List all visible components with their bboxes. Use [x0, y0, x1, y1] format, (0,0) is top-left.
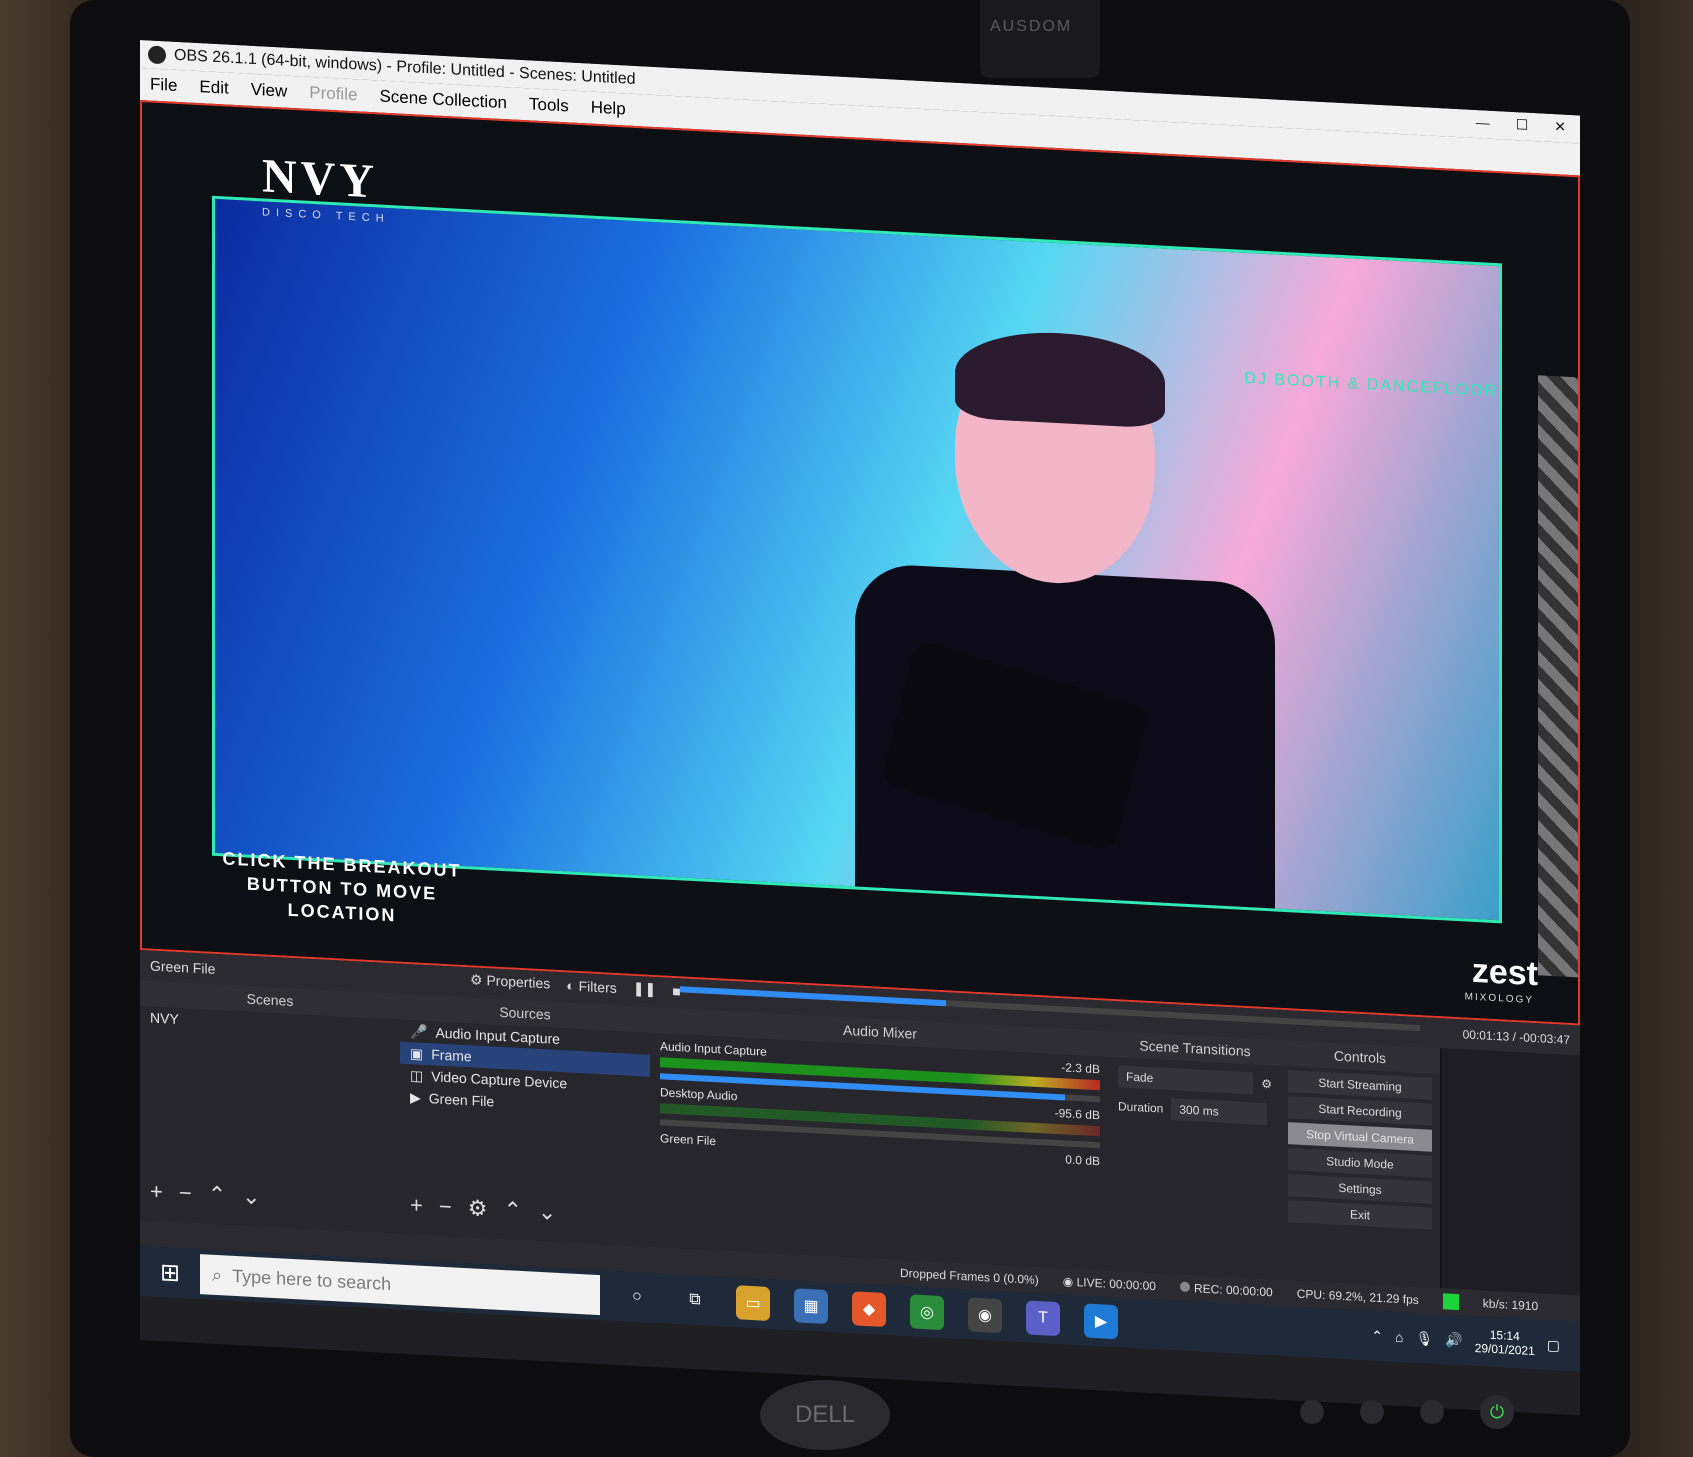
maximize-button[interactable]: ☐	[1516, 116, 1529, 134]
sources-dock: Sources 🎤 Audio Input Capture ▣ Frame ◫ Vid…	[400, 993, 652, 1247]
person	[815, 327, 1275, 924]
menu-tools[interactable]: Tools	[529, 94, 569, 116]
mixer-db-audio-input: -2.3 dB	[1061, 1060, 1100, 1077]
notification-icon[interactable]: ▢	[1547, 1336, 1560, 1354]
studio-mode-button[interactable]: Studio Mode	[1288, 1148, 1432, 1178]
pause-button[interactable]: ❚❚	[633, 980, 656, 998]
add-scene-button[interactable]: +	[150, 1179, 163, 1206]
properties-button[interactable]: ⚙ Properties	[470, 971, 550, 992]
menu-profile[interactable]: Profile	[309, 83, 357, 106]
frame-stripes	[1538, 375, 1578, 978]
chrome-icon[interactable]: ◎	[910, 1294, 944, 1331]
dropped-frames: Dropped Frames 0 (0.0%)	[900, 1265, 1039, 1288]
mixer-db-green-file: 0.0 dB	[1065, 1152, 1100, 1169]
add-source-button[interactable]: +	[410, 1192, 423, 1219]
zest-logo: zest	[1471, 951, 1538, 994]
exit-button[interactable]: Exit	[1288, 1200, 1432, 1230]
menu-help[interactable]: Help	[591, 98, 626, 120]
move-source-down-button[interactable]: ⌄	[538, 1199, 556, 1226]
teams-icon[interactable]: T	[1026, 1300, 1060, 1337]
transition-settings-icon[interactable]: ⚙	[1261, 1077, 1272, 1092]
source-settings-button[interactable]: ⚙	[468, 1195, 488, 1222]
move-source-up-button[interactable]: ⌃	[503, 1197, 521, 1224]
scenes-dock: Scenes NVY + − ⌃ ⌄	[140, 980, 402, 1234]
audio-mixer-dock: Audio Mixer Audio Input Capture -2.3 dB …	[650, 1006, 1112, 1271]
mic-icon: 🎤	[410, 1023, 428, 1041]
start-streaming-button[interactable]: Start Streaming	[1288, 1070, 1432, 1100]
menu-file[interactable]: File	[150, 75, 177, 96]
obs-taskbar-icon[interactable]: ◉	[968, 1297, 1002, 1334]
task-view-icon[interactable]: ⧉	[678, 1282, 712, 1318]
media-time: 00:01:13 / -00:03:47	[1462, 1027, 1570, 1047]
controls-dock: Controls Start Streaming Start Recording…	[1280, 1039, 1442, 1289]
windows-start-button[interactable]: ⊞	[140, 1246, 200, 1299]
rec-status: REC: 00:00:00	[1179, 1281, 1273, 1299]
duration-label: Duration	[1118, 1099, 1164, 1116]
person-hair	[955, 327, 1165, 429]
live-icon: ◉	[1062, 1274, 1074, 1289]
tray-network-icon[interactable]: ⌂	[1395, 1329, 1403, 1345]
play-icon: ▶	[410, 1089, 421, 1106]
remove-source-button[interactable]: −	[439, 1194, 452, 1221]
selected-source-label: Green File	[150, 957, 216, 977]
dell-logo: DELL	[760, 1380, 890, 1450]
bitrate-status: kb/s: 1910	[1482, 1296, 1539, 1314]
search-icon: ⌕	[212, 1264, 223, 1285]
stop-virtual-camera-button[interactable]: Stop Virtual Camera	[1288, 1122, 1432, 1152]
taskbar-search-placeholder: Type here to search	[232, 1265, 392, 1294]
minimize-button[interactable]: —	[1476, 114, 1490, 132]
webcam	[980, 0, 1100, 78]
nvy-logo: NVY	[262, 149, 378, 209]
monitor-button[interactable]	[1420, 1400, 1444, 1424]
filters-button[interactable]: ◐ Filters	[566, 977, 616, 996]
move-scene-down-button[interactable]: ⌄	[242, 1183, 260, 1210]
media-progress-fill	[680, 986, 947, 1007]
filter-icon: ◐	[566, 976, 575, 994]
start-recording-button[interactable]: Start Recording	[1288, 1096, 1432, 1126]
mixer-db-desktop-audio: -95.6 dB	[1054, 1105, 1100, 1123]
duration-input[interactable]: 300 ms	[1171, 1098, 1268, 1126]
image-icon: ▣	[410, 1045, 424, 1062]
tray-chevron-icon[interactable]: ⌃	[1371, 1327, 1383, 1345]
remove-scene-button[interactable]: −	[179, 1180, 192, 1207]
monitor-button[interactable]	[1300, 1400, 1324, 1424]
monitor-screen: OBS 26.1.1 (64-bit, windows) - Profile: …	[140, 40, 1580, 1416]
health-indicator-icon	[1442, 1293, 1459, 1311]
monitor-button[interactable]	[1360, 1400, 1384, 1424]
taskbar-clock[interactable]: 15:14 29/01/2021	[1475, 1327, 1535, 1358]
cpu-status: CPU: 69.2%, 21.29 fps	[1296, 1286, 1419, 1308]
cortana-icon[interactable]: ○	[620, 1279, 654, 1315]
menu-view[interactable]: View	[251, 80, 288, 102]
camera-feed	[212, 195, 1502, 924]
store-icon[interactable]: ▦	[794, 1288, 828, 1325]
camera-icon: ◫	[410, 1067, 424, 1084]
file-explorer-icon[interactable]: ▭	[736, 1285, 770, 1322]
menu-scene-collection[interactable]: Scene Collection	[379, 87, 507, 114]
power-icon[interactable]: ⏻	[1480, 1395, 1514, 1429]
obs-icon	[148, 45, 166, 65]
tray-volume-icon[interactable]: 🔊	[1445, 1331, 1462, 1349]
preview-canvas[interactable]: NVY DISCO TECH DJ BOOTH & DANCEFLOOR CLI…	[140, 100, 1580, 1026]
tray-mic-icon[interactable]: 🎙	[1415, 1329, 1433, 1347]
gear-icon: ⚙	[470, 971, 483, 988]
rec-icon	[1179, 1281, 1190, 1293]
webcam-brand: AUSDOM	[990, 18, 1073, 35]
app-orange-icon[interactable]: ◆	[852, 1291, 886, 1328]
clock-date: 29/01/2021	[1474, 1340, 1535, 1359]
menu-edit[interactable]: Edit	[199, 77, 228, 99]
close-button[interactable]: ✕	[1554, 118, 1566, 136]
transition-type-select[interactable]: Fade	[1118, 1065, 1254, 1095]
system-tray: ⌃ ⌂ 🎙 🔊 15:14 29/01/2021 ▢	[1371, 1322, 1560, 1360]
live-status: ◉ LIVE: 00:00:00	[1062, 1274, 1156, 1294]
move-scene-up-button[interactable]: ⌃	[208, 1182, 226, 1209]
media-player-icon[interactable]: ▶	[1084, 1303, 1118, 1340]
settings-button[interactable]: Settings	[1288, 1174, 1432, 1204]
scene-transitions-dock: Scene Transitions Fade ⚙ Duration 300 ms	[1110, 1030, 1282, 1280]
